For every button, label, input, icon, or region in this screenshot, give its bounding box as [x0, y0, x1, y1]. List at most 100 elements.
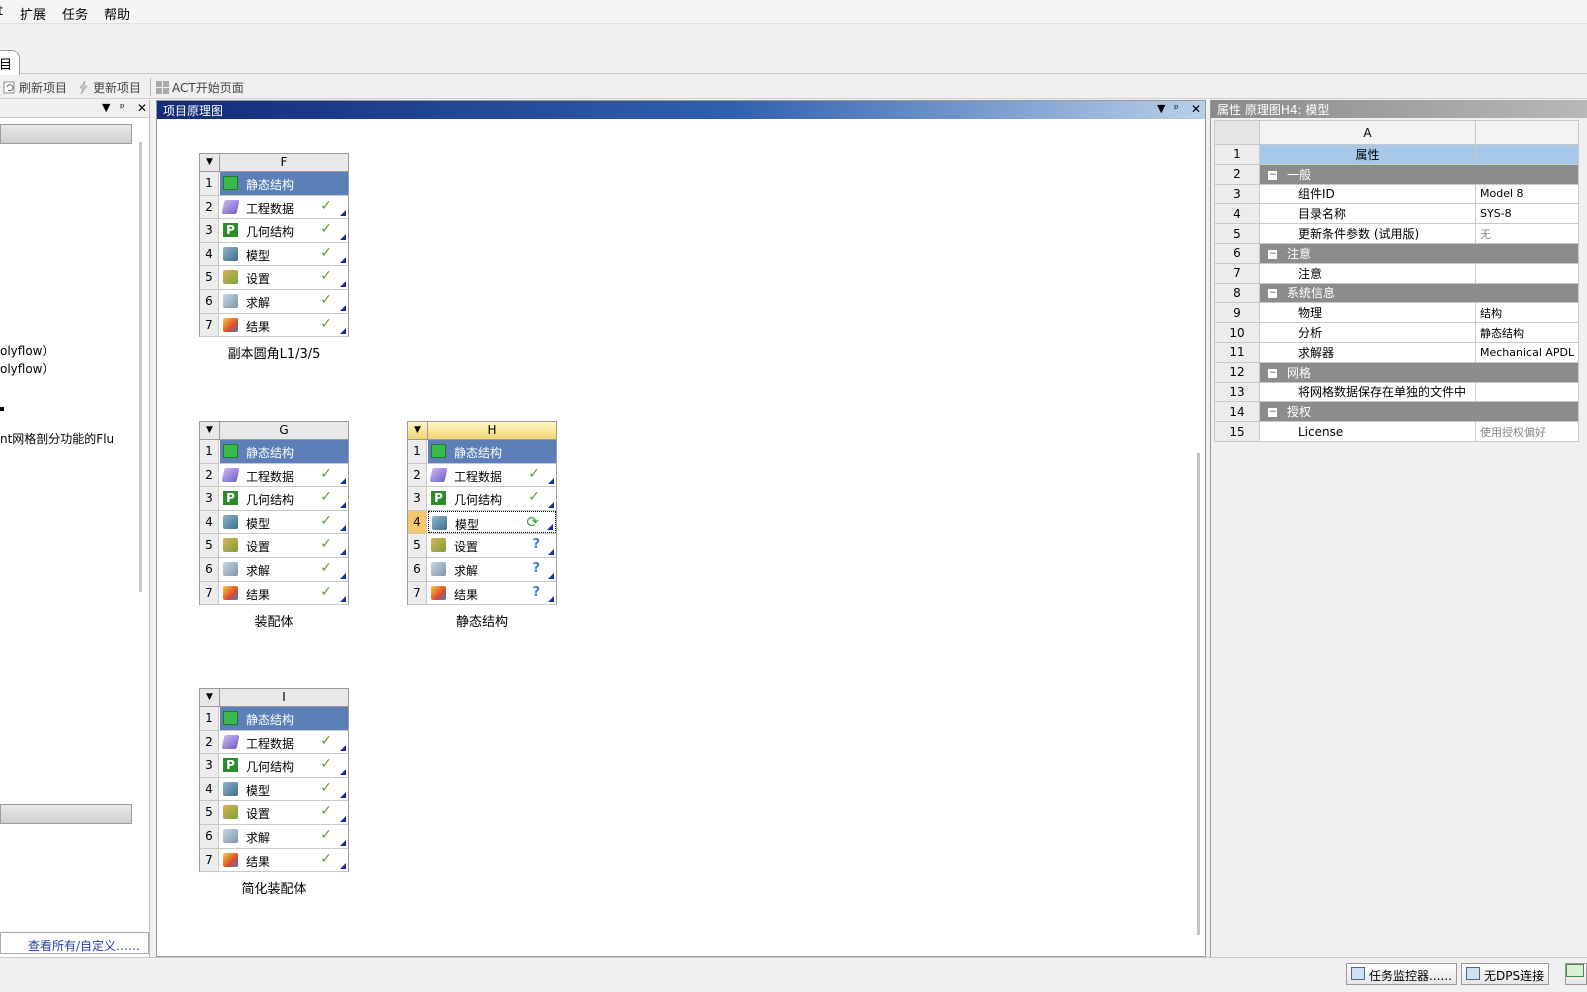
- cell-body[interactable]: 设置?: [428, 534, 556, 557]
- cell-body[interactable]: 设置 ✓: [220, 266, 348, 289]
- property-group-row[interactable]: 14− 授权: [1214, 401, 1580, 423]
- toolbox-group-header[interactable]: [0, 124, 132, 144]
- left-scrollbar[interactable]: [139, 142, 142, 592]
- property-group-row[interactable]: 8− 系统信息: [1214, 282, 1580, 304]
- cell-body[interactable]: P 几何结构 ✓: [220, 219, 348, 242]
- property-value[interactable]: 结构: [1474, 302, 1580, 324]
- system-cell-row[interactable]: 7 结果 ✓: [199, 313, 349, 338]
- cell-body[interactable]: 工程数据 ✓: [220, 196, 348, 219]
- property-row[interactable]: 11 求解器 Mechanical APDL: [1214, 341, 1580, 363]
- system-cell-row[interactable]: 4 模型 ✓: [199, 777, 349, 802]
- property-row[interactable]: 5 更新条件参数 (试用版) 无: [1214, 223, 1580, 244]
- toolbox-item-polyflow-2[interactable]: olyflow）: [0, 360, 55, 377]
- cell-body[interactable]: 工程数据 ✓: [428, 464, 556, 487]
- collapse-icon[interactable]: −: [1268, 408, 1277, 418]
- system-cell-row[interactable]: 1 静态结构: [199, 707, 349, 731]
- system-caption[interactable]: 副本圆角L1/3/5: [199, 343, 349, 362]
- cell-body[interactable]: 结果?: [428, 582, 556, 605]
- toolbox-custom-header[interactable]: [0, 804, 132, 824]
- cell-body[interactable]: 工程数据 ✓: [220, 731, 348, 754]
- property-value[interactable]: [1474, 381, 1580, 403]
- cell-body[interactable]: 工程数据 ✓: [220, 464, 348, 487]
- system-cell-row[interactable]: 7 结果 ✓: [199, 848, 349, 873]
- cell-body[interactable]: 求解?: [428, 558, 556, 581]
- cell-body[interactable]: 设置 ✓: [220, 534, 348, 557]
- act-start-page-button[interactable]: ACT开始页面: [156, 79, 244, 96]
- dps-connection-button[interactable]: 无DPS连接: [1461, 963, 1550, 985]
- cell-body[interactable]: P 几何结构 ✓: [428, 487, 556, 510]
- collapse-icon[interactable]: −: [1268, 368, 1277, 378]
- system-cell-row[interactable]: 2 工程数据 ✓: [407, 463, 557, 488]
- property-value[interactable]: [1474, 282, 1580, 304]
- system-cell-row[interactable]: 5 设置 ✓: [199, 534, 349, 558]
- system-header[interactable]: ▼ F: [199, 153, 349, 172]
- property-value[interactable]: Model 8: [1474, 183, 1580, 205]
- system-cell-row[interactable]: 2 工程数据 ✓: [199, 463, 349, 488]
- system-i[interactable]: ▼ I 1 静态结构 2 工程数据 ✓ 3 P 几何结构 ✓ 4 模型 ✓ 5 设置 ✓ 6 求解 ✓ 7 结果 ✓ 简化装配…: [199, 688, 349, 897]
- cell-body[interactable]: 静态结构: [220, 172, 348, 195]
- property-row[interactable]: 3 组件ID Model 8: [1214, 183, 1580, 205]
- system-header[interactable]: ▼ G: [199, 421, 349, 440]
- property-group-name[interactable]: − 系统信息: [1259, 282, 1476, 304]
- system-cell-row[interactable]: 3 P 几何结构 ✓: [407, 487, 557, 511]
- cell-body[interactable]: P 几何结构 ✓: [220, 754, 348, 777]
- system-cell-row[interactable]: 4 模型 ✓: [199, 242, 349, 267]
- status-indicator[interactable]: [1565, 963, 1587, 985]
- cell-body[interactable]: 结果 ✓: [220, 314, 348, 337]
- system-cell-row[interactable]: 4 模型 ⟳: [407, 510, 557, 535]
- property-group-name[interactable]: − 授权: [1259, 401, 1476, 423]
- system-cell-row[interactable]: 1 静态结构: [199, 440, 349, 464]
- cell-body[interactable]: 求解 ✓: [220, 290, 348, 313]
- panel-dropdown-icon[interactable]: ▼: [102, 101, 110, 114]
- system-cell-row[interactable]: 7 结果?: [407, 581, 557, 606]
- property-group-row[interactable]: 2− 一般: [1214, 163, 1580, 185]
- system-cell-row[interactable]: 1 静态结构: [407, 440, 557, 464]
- system-cell-row[interactable]: 2 工程数据 ✓: [199, 730, 349, 755]
- system-cell-row[interactable]: 4 模型 ✓: [199, 510, 349, 535]
- refresh-project-button[interactable]: 刷新项目: [3, 79, 67, 96]
- property-value[interactable]: [1474, 144, 1580, 165]
- property-row[interactable]: 9 物理 结构: [1214, 302, 1580, 324]
- property-header-row[interactable]: 1 属性: [1214, 144, 1580, 165]
- property-group-name[interactable]: − 注意: [1259, 242, 1476, 264]
- menu-item-help[interactable]: 帮助: [104, 4, 130, 23]
- property-row[interactable]: 7 注意: [1214, 262, 1580, 284]
- menu-item-extensions[interactable]: 扩展: [20, 4, 46, 23]
- cell-body[interactable]: 模型 ✓: [220, 243, 348, 266]
- property-value[interactable]: 使用授权偏好: [1474, 421, 1580, 442]
- view-all-customize-link[interactable]: 查看所有/自定义……: [0, 932, 149, 954]
- cell-body[interactable]: 模型 ✓: [220, 511, 348, 534]
- system-cell-row[interactable]: 3 P 几何结构 ✓: [199, 487, 349, 511]
- system-caption[interactable]: 装配体: [199, 611, 349, 630]
- property-value[interactable]: 无: [1474, 223, 1580, 244]
- tab-project[interactable]: 目: [0, 50, 20, 75]
- menu-item-cut[interactable]: t: [0, 4, 3, 19]
- task-monitor-button[interactable]: 任务监控器......: [1346, 963, 1457, 985]
- system-menu-arrow-icon[interactable]: ▼: [200, 689, 220, 706]
- property-value[interactable]: SYS-8: [1474, 203, 1580, 225]
- collapse-icon[interactable]: −: [1268, 289, 1277, 299]
- system-cell-row[interactable]: 6 求解 ✓: [199, 289, 349, 314]
- menu-item-tasks[interactable]: 任务: [62, 4, 88, 23]
- collapse-icon[interactable]: −: [1268, 170, 1277, 180]
- system-menu-arrow-icon[interactable]: ▼: [408, 422, 428, 439]
- property-value[interactable]: [1474, 242, 1580, 264]
- system-cell-row[interactable]: 3 P 几何结构 ✓: [199, 219, 349, 243]
- system-g[interactable]: ▼ G 1 静态结构 2 工程数据 ✓ 3 P 几何结构 ✓ 4 模型 ✓ 5 设置 ✓ 6 求解 ✓ 7 结果 ✓ 装配体: [199, 421, 349, 630]
- property-group-row[interactable]: 12− 网格: [1214, 361, 1580, 383]
- system-f[interactable]: ▼ F 1 静态结构 2 工程数据 ✓ 3 P 几何结构 ✓ 4 模型 ✓ 5 设置 ✓ 6 求解 ✓ 7 结果 ✓ 副本圆角…: [199, 153, 349, 362]
- system-cell-row[interactable]: 5 设置?: [407, 534, 557, 558]
- toolbox-item-fluent-mesh[interactable]: nt网格剖分功能的Flu: [0, 430, 114, 447]
- system-cell-row[interactable]: 7 结果 ✓: [199, 581, 349, 606]
- property-row[interactable]: 4 目录名称 SYS-8: [1214, 203, 1580, 225]
- property-value[interactable]: 静态结构: [1474, 322, 1580, 343]
- system-cell-row[interactable]: 2 工程数据 ✓: [199, 195, 349, 220]
- system-cell-row[interactable]: 6 求解?: [407, 557, 557, 582]
- property-group-name[interactable]: − 网格: [1259, 361, 1476, 383]
- system-menu-arrow-icon[interactable]: ▼: [200, 154, 220, 171]
- system-cell-row[interactable]: 6 求解 ✓: [199, 824, 349, 849]
- cell-body[interactable]: 结果 ✓: [220, 849, 348, 872]
- cell-body[interactable]: 设置 ✓: [220, 801, 348, 824]
- property-group-name[interactable]: − 一般: [1259, 163, 1476, 185]
- system-menu-arrow-icon[interactable]: ▼: [200, 422, 220, 439]
